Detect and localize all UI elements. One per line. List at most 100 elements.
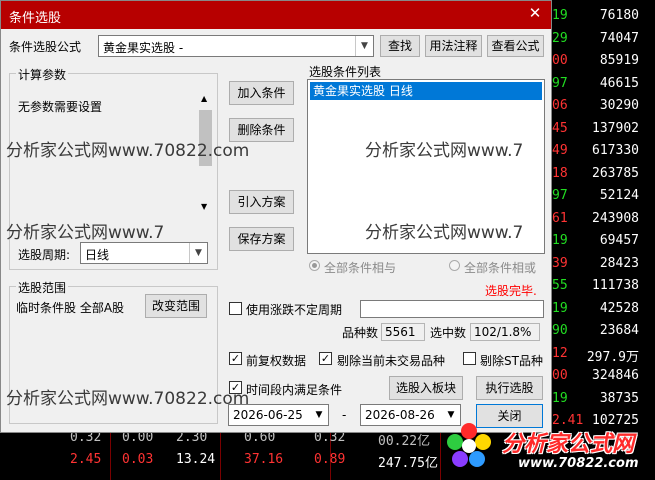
- chevron-down-icon[interactable]: ▼: [355, 36, 373, 56]
- watermark: 分析家公式网www.70822.com: [6, 389, 250, 409]
- add-condition-button[interactable]: 加入条件: [229, 81, 294, 105]
- quote-volume: 263785: [592, 165, 639, 181]
- quote-volume: 297.9万: [586, 349, 639, 365]
- select-to-block-button[interactable]: 选股入板块: [389, 376, 463, 400]
- period-value: 日线: [85, 248, 110, 262]
- quote-cell: 247.75亿: [378, 456, 438, 471]
- quote-volume: 46615: [599, 75, 639, 91]
- quote-row: 45 137902: [550, 119, 655, 141]
- stock-screening-dialog: 条件选股 ✕ 条件选股公式 黄金果实选股 - ▼ 查找 用法注释 查看公式 计算…: [0, 0, 552, 433]
- exclude-untraded-label: 剔除当前未交易品种: [337, 354, 446, 368]
- quote-change: 55: [552, 278, 568, 293]
- quote-change: 97: [552, 75, 568, 91]
- change-range-button[interactable]: 改变范围: [145, 294, 207, 318]
- radio-and[interactable]: [309, 260, 320, 271]
- quote-row: 12 297.9万: [550, 344, 655, 366]
- quote-row: 97 46615: [550, 74, 655, 96]
- quote-volume: 28423: [599, 255, 639, 271]
- quote-row: 61 243908: [550, 209, 655, 231]
- quote-volume: 85919: [599, 53, 639, 68]
- quote-change: 45: [552, 120, 568, 136]
- quote-volume: 74047: [599, 30, 639, 46]
- radio-or[interactable]: [449, 260, 460, 271]
- radio-and-label: 全部条件相与: [324, 261, 397, 275]
- logo-brand: 分析家公式网: [502, 432, 635, 457]
- rise-fall-period-input[interactable]: [360, 300, 544, 318]
- time-range-label: 时间段内满足条件: [246, 383, 343, 397]
- scroll-down-icon[interactable]: ▼: [201, 202, 207, 211]
- dialog-title: 条件选股: [9, 11, 62, 26]
- quote-row: 00 85919: [550, 51, 655, 73]
- quote-volume: 137902: [592, 120, 639, 136]
- watermark: 分析家公式网www.7: [6, 223, 165, 243]
- chevron-down-icon[interactable]: ▼: [312, 407, 326, 423]
- quote-volume: 23684: [599, 323, 639, 338]
- radio-or-label: 全部条件相或: [464, 261, 537, 275]
- quote-row: 19 38735: [550, 389, 655, 411]
- usage-button[interactable]: 用法注释: [425, 35, 482, 57]
- condition-list-title: 选股条件列表: [309, 65, 382, 79]
- quote-row: 29 74047: [550, 29, 655, 51]
- variety-count-field: 5561: [381, 323, 425, 341]
- find-button[interactable]: 查找: [380, 35, 420, 57]
- use-rise-fall-label: 使用涨跌不定周期: [246, 303, 343, 317]
- watermark: 分析家公式网www.7: [365, 141, 524, 161]
- quote-row: 97 52124: [550, 186, 655, 208]
- quote-volume: 69457: [599, 233, 639, 248]
- variety-count-label: 品种数: [342, 326, 379, 340]
- params-text: 无参数需要设置: [18, 100, 103, 114]
- params-group-title: 计算参数: [16, 66, 69, 83]
- date-separator: -: [342, 408, 347, 422]
- quote-row: 90 23684: [550, 321, 655, 343]
- quote-row: 00 324846: [550, 366, 655, 388]
- quote-change: 06: [552, 98, 568, 113]
- save-plan-button[interactable]: 保存方案: [229, 227, 294, 251]
- logo-url: www.70822.com: [518, 456, 639, 471]
- quote-row: 19 42528: [550, 299, 655, 321]
- close-icon[interactable]: ✕: [527, 5, 543, 21]
- formula-value: 黄金果实选股 -: [103, 41, 184, 55]
- quote-change: 97: [552, 188, 568, 203]
- quote-row: 55 111738: [550, 276, 655, 298]
- hit-count-field: 102/1.8%: [470, 323, 540, 341]
- quote-cell: 0.89: [314, 452, 346, 467]
- quote-change: 19: [552, 233, 568, 248]
- quote-change: 19: [552, 390, 568, 406]
- quote-cell: 2.45: [70, 452, 102, 467]
- watermark: 分析家公式网www.70822.com: [6, 141, 250, 161]
- execute-button[interactable]: 执行选股: [476, 376, 543, 400]
- quote-volume: 243908: [592, 210, 639, 226]
- period-label: 选股周期:: [18, 248, 71, 262]
- watermark: 分析家公式网www.7: [365, 223, 524, 243]
- site-logo: 分析家公式网 www.70822.com: [440, 414, 655, 480]
- list-item[interactable]: 黄金果实选股 日线: [310, 82, 542, 100]
- scroll-up-icon[interactable]: ▲: [201, 94, 207, 103]
- exclude-untraded-checkbox[interactable]: ✓: [319, 352, 332, 365]
- quote-cell: 37.16: [244, 452, 284, 467]
- quote-row: 39 28423: [550, 254, 655, 276]
- flower-logo-icon: [447, 423, 491, 467]
- quote-change: 61: [552, 210, 568, 226]
- forward-adjust-checkbox[interactable]: ✓: [229, 352, 242, 365]
- date-to-value: 2026-08-26: [365, 408, 435, 422]
- quote-change: 29: [552, 30, 568, 46]
- quote-row: 06 30290: [550, 96, 655, 118]
- period-select[interactable]: 日线 ▼: [80, 242, 208, 264]
- quote-change: 39: [552, 255, 568, 271]
- view-formula-button[interactable]: 查看公式: [487, 35, 544, 57]
- use-rise-fall-checkbox[interactable]: [229, 302, 242, 315]
- quote-change: 90: [552, 323, 568, 338]
- formula-select[interactable]: 黄金果实选股 - ▼: [98, 35, 374, 57]
- import-plan-button[interactable]: 引入方案: [229, 190, 294, 214]
- quote-row: 19 69457: [550, 231, 655, 253]
- chevron-down-icon[interactable]: ▼: [189, 243, 207, 263]
- quote-volume: 30290: [599, 98, 639, 113]
- quote-row: 18 263785: [550, 164, 655, 186]
- quote-change: 19: [552, 300, 568, 316]
- title-bar: 条件选股 ✕: [1, 1, 551, 29]
- exclude-st-checkbox[interactable]: [463, 352, 476, 365]
- quote-volume: 617330: [592, 143, 639, 158]
- quote-change: 12: [552, 345, 568, 361]
- range-group-title: 选股范围: [16, 279, 69, 296]
- status-text: 选股完毕.: [485, 284, 537, 298]
